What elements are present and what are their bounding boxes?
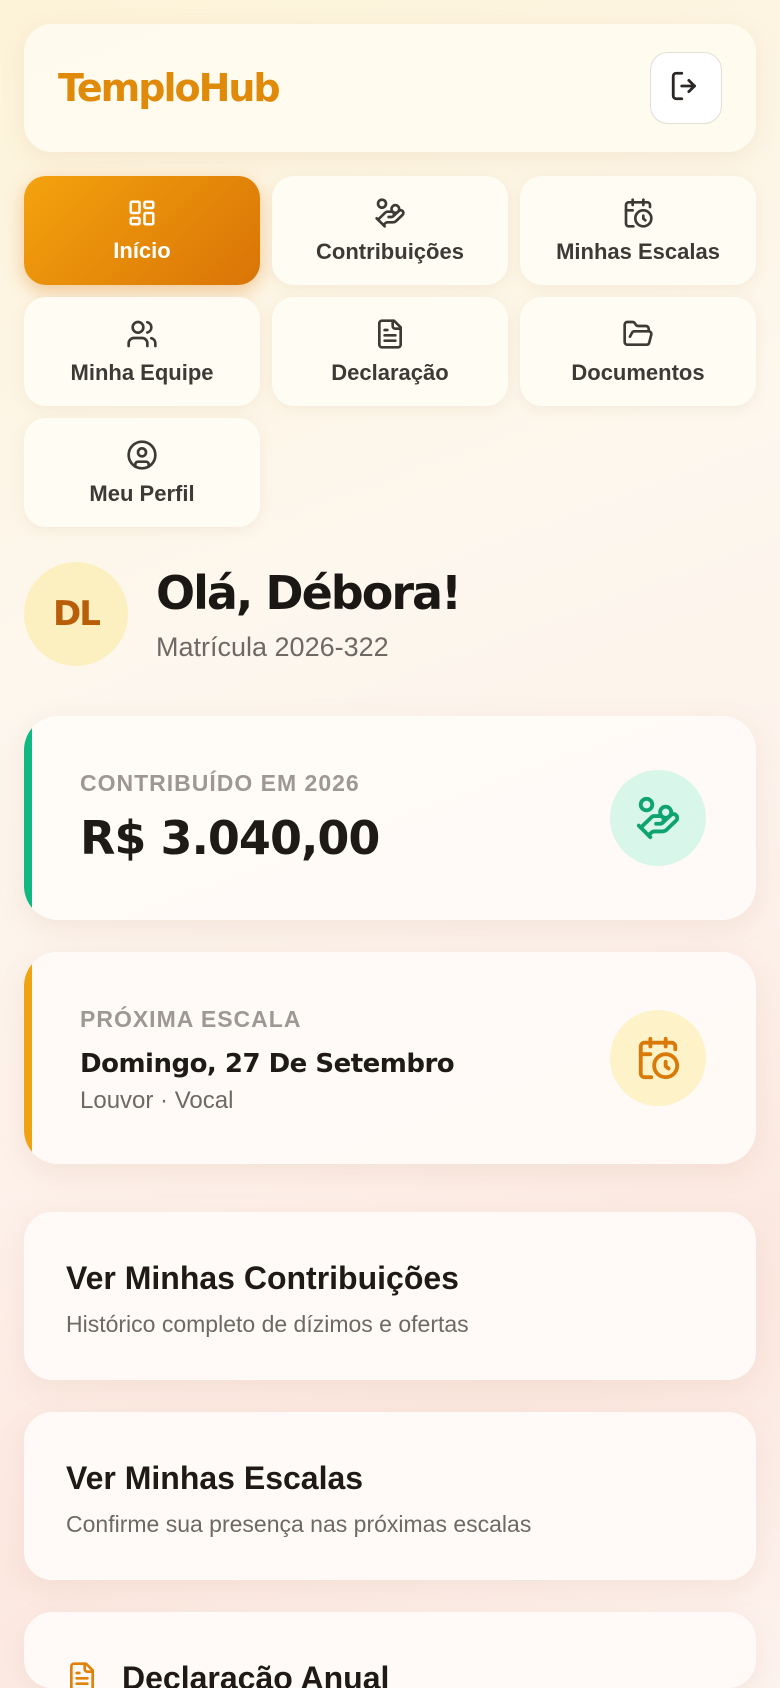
contribution-card[interactable]: CONTRIBUÍDO EM 2026 R$ 3.040,00 [24, 716, 756, 920]
dashboard-icon [127, 198, 157, 228]
users-icon [126, 318, 158, 350]
accent-bar [24, 952, 32, 1164]
nav-label: Documentos [571, 359, 705, 385]
main-nav: Início Contribuições Minhas Escalas Minh… [24, 176, 756, 527]
link-subtitle: Histórico completo de dízimos e ofertas [66, 1311, 469, 1337]
link-title: Ver Minhas Escalas [66, 1460, 364, 1496]
next-schedule-label: PRÓXIMA ESCALA [80, 1006, 302, 1032]
app-logo: TemploHub [58, 66, 281, 110]
next-schedule-card[interactable]: PRÓXIMA ESCALA Domingo, 27 De Setembro L… [24, 952, 756, 1164]
nav-item-documentos[interactable]: Documentos [520, 297, 756, 406]
contribution-value: R$ 3.040,00 [80, 811, 380, 865]
nav-item-inicio[interactable]: Início [24, 176, 260, 285]
declaration-title: Declaração Anual [122, 1660, 390, 1688]
nav-label: Contribuições [316, 238, 464, 264]
hand-coins-icon [374, 197, 406, 229]
calendar-clock-icon [622, 197, 654, 229]
greeting-title: Olá, Débora! [156, 565, 462, 620]
nav-label: Minha Equipe [70, 359, 214, 385]
view-contributions-link[interactable]: Ver Minhas Contribuições Histórico compl… [24, 1212, 756, 1380]
calendar-clock-icon [610, 1010, 706, 1106]
nav-label: Minhas Escalas [556, 238, 720, 264]
nav-item-minhas-escalas[interactable]: Minhas Escalas [520, 176, 756, 285]
link-subtitle: Confirme sua presença nas próximas escal… [66, 1511, 532, 1537]
user-greeting: DL Olá, Débora! Matrícula 2026-322 [24, 562, 756, 666]
logout-button[interactable] [650, 52, 722, 124]
file-text-icon [66, 1660, 98, 1688]
nav-item-meu-perfil[interactable]: Meu Perfil [24, 418, 260, 527]
logout-icon [669, 69, 703, 108]
next-schedule-detail: Louvor · Vocal [80, 1087, 234, 1114]
hand-coins-icon [610, 770, 706, 866]
nav-item-minha-equipe[interactable]: Minha Equipe [24, 297, 260, 406]
nav-label: Meu Perfil [89, 480, 195, 506]
annual-declaration-card[interactable]: Declaração Anual [24, 1612, 756, 1688]
registration-number: Matrícula 2026-322 [156, 631, 389, 662]
nav-item-declaracao[interactable]: Declaração [272, 297, 508, 406]
contribution-label: CONTRIBUÍDO EM 2026 [80, 770, 360, 796]
link-title: Ver Minhas Contribuições [66, 1260, 459, 1296]
avatar: DL [24, 562, 128, 666]
accent-bar [24, 716, 32, 920]
folder-open-icon [622, 318, 654, 350]
nav-label: Início [113, 237, 171, 263]
nav-item-contribuicoes[interactable]: Contribuições [272, 176, 508, 285]
app-header: TemploHub [24, 24, 756, 152]
user-circle-icon [126, 439, 158, 471]
nav-label: Declaração [331, 359, 449, 385]
next-schedule-date: Domingo, 27 De Setembro [80, 1049, 455, 1079]
file-text-icon [374, 318, 406, 350]
view-schedules-link[interactable]: Ver Minhas Escalas Confirme sua presença… [24, 1412, 756, 1580]
